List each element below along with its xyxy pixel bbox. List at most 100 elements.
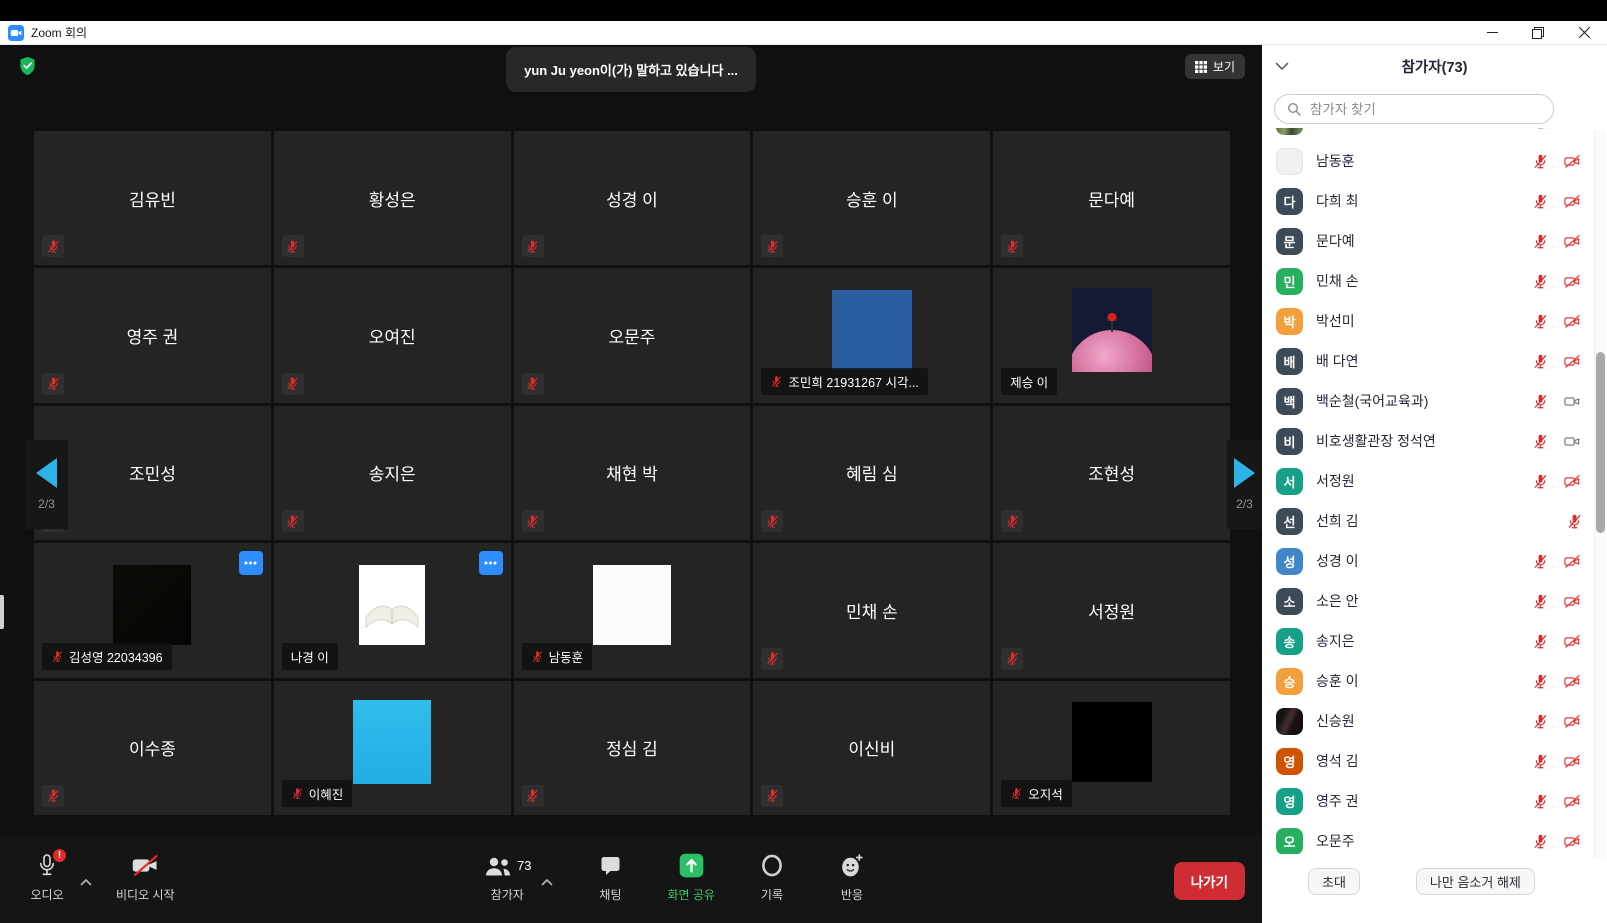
- video-tile[interactable]: 채현 박: [514, 406, 751, 540]
- gallery-next-page[interactable]: 2/3: [1227, 440, 1262, 529]
- participants-panel-title: 참가자(73): [1402, 56, 1468, 77]
- chat-button[interactable]: 채팅: [587, 852, 633, 903]
- participant-avatar: 승: [1276, 668, 1303, 695]
- participant-avatar: 성: [1276, 548, 1303, 575]
- close-button[interactable]: [1561, 21, 1607, 44]
- participant-row[interactable]: 박박선미: [1262, 301, 1607, 341]
- video-tile[interactable]: 정심 김: [514, 681, 751, 815]
- video-tile[interactable]: 황성은: [274, 131, 511, 265]
- video-tile[interactable]: 남동훈: [514, 543, 751, 677]
- participant-row[interactable]: 선선희 김: [1262, 501, 1607, 541]
- video-tile[interactable]: 문다예: [993, 131, 1230, 265]
- minimize-button[interactable]: [1469, 21, 1515, 44]
- leave-button[interactable]: 나가기: [1174, 862, 1245, 900]
- reactions-button[interactable]: 반응: [829, 852, 875, 903]
- video-tile[interactable]: 오문주: [514, 268, 751, 402]
- mic-muted-icon: [1532, 313, 1549, 330]
- video-tile[interactable]: 오지석: [993, 681, 1230, 815]
- participant-name: 백순철(국어교육과): [1316, 391, 1517, 411]
- participant-search-input[interactable]: [1308, 101, 1541, 118]
- audio-options-caret[interactable]: [80, 860, 92, 903]
- participant-name: 남동훈: [1316, 151, 1517, 171]
- panel-collapse-chevron-icon[interactable]: [1275, 62, 1289, 71]
- participant-avatar: 박: [1276, 308, 1303, 335]
- participants-button[interactable]: 73 참가자: [483, 852, 531, 903]
- video-tile[interactable]: 서정원: [993, 543, 1230, 677]
- participant-row[interactable]: 성성경 이: [1262, 541, 1607, 581]
- video-tile[interactable]: 승훈 이: [753, 131, 990, 265]
- participant-row[interactable]: 서서정원: [1262, 461, 1607, 501]
- invite-button[interactable]: 초대: [1308, 868, 1360, 895]
- camera-off-icon: [1562, 128, 1583, 130]
- video-tile[interactable]: 이신비: [753, 681, 990, 815]
- participant-video-thumbnail: [353, 700, 431, 784]
- participant-list-scrollbar[interactable]: [1594, 130, 1606, 858]
- participant-row[interactable]: 민민채 손: [1262, 261, 1607, 301]
- restore-button[interactable]: [1515, 21, 1561, 44]
- video-tile[interactable]: 영주 권: [34, 268, 271, 402]
- participant-name: 이수종: [34, 681, 271, 815]
- participant-row[interactable]: 오오문주: [1262, 821, 1607, 854]
- video-tile[interactable]: 제승 이: [993, 268, 1230, 402]
- camera-off-icon: [1562, 273, 1583, 290]
- video-tile[interactable]: 성경 이: [514, 131, 751, 265]
- camera-off-icon: [1562, 633, 1583, 650]
- video-tile[interactable]: 오여진: [274, 268, 511, 402]
- participant-row[interactable]: 영영주 권: [1262, 781, 1607, 821]
- mic-muted-icon: [1532, 553, 1549, 570]
- tile-options-button[interactable]: [239, 551, 263, 575]
- mic-muted-icon: [1001, 648, 1023, 670]
- video-tile[interactable]: 김유빈: [34, 131, 271, 265]
- mic-muted-icon: [1532, 128, 1549, 130]
- planet-image: [1072, 330, 1152, 372]
- participant-row[interactable]: 배배 다연: [1262, 341, 1607, 381]
- participant-name: 이신비: [753, 681, 990, 815]
- participants-panel: 참가자(73) 남동훈다다희 최문문다예민민채 손박박선미배배 다연백백순철(국…: [1262, 45, 1607, 923]
- audio-button[interactable]: ! 오디오: [24, 852, 70, 903]
- video-tile[interactable]: 나경 이: [274, 543, 511, 677]
- participant-name: 영석 김: [1316, 751, 1517, 771]
- participant-name: 문다예: [993, 131, 1230, 265]
- participant-row[interactable]: 소소은 안: [1262, 581, 1607, 621]
- participant-avatar: 선: [1276, 508, 1303, 535]
- participants-options-caret[interactable]: [541, 860, 553, 903]
- participant-avatar: 다: [1276, 188, 1303, 215]
- record-button[interactable]: 기록: [749, 852, 795, 903]
- video-button[interactable]: 비디오 시작: [116, 852, 175, 903]
- participant-name: 이혜진: [309, 784, 344, 803]
- video-tile[interactable]: 김성영 22034396: [34, 543, 271, 677]
- video-grid: 김유빈황성은성경 이승훈 이문다예영주 권오여진오문주조민희 21931267 …: [34, 131, 1230, 815]
- mic-muted-icon: [522, 235, 544, 257]
- video-tile[interactable]: 이혜진: [274, 681, 511, 815]
- participant-row[interactable]: 비비호생활관장 정석연: [1262, 421, 1607, 461]
- tile-options-button[interactable]: [479, 551, 503, 575]
- participant-avatar: [1276, 708, 1303, 735]
- participant-row[interactable]: 승승훈 이: [1262, 661, 1607, 701]
- video-tile[interactable]: 조현성: [993, 406, 1230, 540]
- share-screen-button[interactable]: 화면 공유: [667, 852, 715, 903]
- participant-row[interactable]: 신승원: [1262, 701, 1607, 741]
- video-tile[interactable]: 이수종: [34, 681, 271, 815]
- participant-name: 비호생활관장 정석연: [1316, 431, 1517, 451]
- side-panel-handle[interactable]: [0, 595, 4, 629]
- audio-alert-badge: !: [53, 849, 66, 862]
- participant-row[interactable]: 영영석 김: [1262, 741, 1607, 781]
- participant-row[interactable]: 송송지은: [1262, 621, 1607, 661]
- video-tile[interactable]: 혜림 심: [753, 406, 990, 540]
- video-tile[interactable]: 조민성: [34, 406, 271, 540]
- video-tile[interactable]: 송지은: [274, 406, 511, 540]
- view-button[interactable]: 보기: [1185, 54, 1245, 79]
- participant-name-tag: 오지석: [1001, 780, 1072, 807]
- participant-row[interactable]: 백백순철(국어교육과): [1262, 381, 1607, 421]
- video-tile[interactable]: 조민희 21931267 시각...: [753, 268, 990, 402]
- scrollbar-thumb[interactable]: [1596, 352, 1605, 533]
- participant-row[interactable]: 문문다예: [1262, 221, 1607, 261]
- participant-row[interactable]: 다다희 최: [1262, 181, 1607, 221]
- participant-row[interactable]: [1262, 128, 1607, 141]
- participant-row[interactable]: 남동훈: [1262, 141, 1607, 181]
- gallery-prev-page[interactable]: 2/3: [25, 440, 68, 529]
- video-tile[interactable]: 민채 손: [753, 543, 990, 677]
- encryption-shield-icon[interactable]: [19, 56, 36, 76]
- mic-muted-icon: [1532, 393, 1549, 410]
- unmute-self-button[interactable]: 나만 음소거 해제: [1416, 868, 1535, 895]
